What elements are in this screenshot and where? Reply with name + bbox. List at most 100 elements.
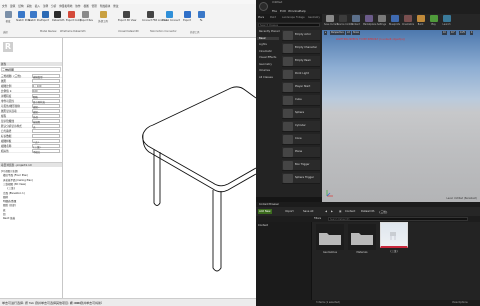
tab-analyze[interactable]: 分析 — [51, 4, 56, 9]
place-category[interactable]: Cinematic — [259, 50, 272, 53]
asset-geometries-folder[interactable]: Geometries — [316, 224, 344, 254]
placeable-actor[interactable]: Point Light — [282, 69, 320, 80]
tab-systems[interactable]: 系统 — [27, 4, 32, 9]
placeable-actor[interactable]: Empty Actor — [282, 30, 320, 41]
property-value[interactable]: 1 : 100 — [32, 84, 60, 88]
filters-button[interactable]: Filters — [314, 217, 321, 221]
content-search-input[interactable]: Search Datasmith — [328, 217, 468, 221]
property-value[interactable]: 无 — [32, 124, 60, 129]
property-value[interactable]: {三维} — [32, 144, 60, 149]
history-forward-button[interactable]: ▶ — [330, 209, 334, 214]
menu-file[interactable]: File — [272, 9, 277, 13]
property-value[interactable]: <无> — [32, 139, 60, 144]
asset-3d-view-datasmith-scene[interactable]: {三维} — [380, 222, 408, 253]
camera-speed-button[interactable]: 4 — [470, 31, 474, 35]
asset-materials-folder[interactable]: Materials — [348, 224, 376, 254]
sketch-print-button[interactable]: Sketch Print — [16, 11, 30, 27]
property-value[interactable]: 协调 — [32, 114, 60, 119]
path-root-icon[interactable]: ▣ — [338, 209, 342, 214]
placeable-actor[interactable]: Player Start — [282, 82, 320, 93]
tab-manage[interactable]: 管理 — [92, 4, 97, 9]
tab-file[interactable]: 文件 — [2, 4, 7, 9]
show-button[interactable]: Show — [352, 31, 360, 35]
property-value[interactable]: 不相关 — [32, 149, 60, 154]
toolbar-button[interactable]: Cinematics — [402, 15, 414, 29]
save-all-button[interactable]: Save All — [302, 209, 314, 214]
toolbar-button[interactable]: Content — [350, 15, 361, 29]
level-tab[interactable]: Untitled — [272, 1, 282, 4]
toolbar-button[interactable]: Launch — [441, 15, 452, 29]
place-category[interactable]: Lights — [259, 43, 267, 46]
export-button[interactable]: Export — [40, 11, 50, 27]
sketch-pos-button[interactable]: Sketch Pos — [28, 11, 41, 27]
mode-tab-geometry[interactable]: Geometry — [308, 16, 320, 20]
toolbar-button[interactable]: Blueprints — [389, 15, 400, 29]
twinmotion-export-button[interactable]: Export — [182, 11, 192, 27]
tab-annotate[interactable]: 注释 — [43, 4, 48, 9]
tab-insert[interactable]: 插入 — [35, 4, 40, 9]
placeable-actor[interactable]: Empty Pawn — [282, 56, 320, 67]
export-rev-button[interactable]: Export Rev — [80, 11, 93, 27]
toolbar-button[interactable]: Marketplace — [363, 15, 376, 29]
menu-help[interactable]: Help — [299, 9, 306, 13]
rotation-snap-button[interactable]: 10° — [450, 31, 456, 35]
tab-massing[interactable]: 体量和场地 — [59, 4, 72, 9]
place-category[interactable]: Basic — [257, 36, 279, 40]
property-value[interactable] — [32, 134, 60, 138]
modify-button[interactable]: 修改 — [3, 11, 13, 27]
placeable-actor[interactable]: Empty Character — [282, 43, 320, 54]
property-value[interactable] — [32, 129, 60, 133]
place-category[interactable]: All Classes — [259, 76, 273, 79]
property-value[interactable] — [32, 79, 60, 83]
toolbar-button[interactable]: Save Current — [324, 15, 338, 29]
placeable-actor[interactable]: Plane — [282, 147, 320, 158]
mode-tab-landscape[interactable]: Landscape — [282, 16, 295, 20]
place-category[interactable]: Volumes — [259, 69, 270, 72]
tab-modify[interactable]: 修改 — [113, 4, 118, 9]
search-classes-input[interactable]: Search Classes — [258, 23, 320, 27]
placeable-actor[interactable]: Box Trigger — [282, 160, 320, 171]
mode-tab-place[interactable]: Place — [258, 16, 264, 20]
placeable-actor[interactable]: Cube — [282, 95, 320, 106]
revit-3d-view[interactable] — [63, 38, 256, 300]
model-connect-button[interactable]: Model Connect — [162, 11, 180, 27]
tab-architecture[interactable]: 建筑 — [10, 4, 15, 9]
placeable-actor[interactable]: Cone — [282, 134, 320, 145]
import-button[interactable]: Import — [284, 209, 295, 214]
property-value[interactable]: 编辑类型 — [32, 74, 60, 79]
property-value[interactable]: 显示原状态 — [32, 99, 60, 104]
history-back-button[interactable]: ◀ — [324, 209, 328, 214]
placeable-actor[interactable]: Sphere Trigger — [282, 173, 320, 184]
property-value[interactable]: 100 — [32, 89, 60, 93]
fa-button[interactable]: Fa — [196, 11, 206, 27]
datasmith-button[interactable]: Datasmith — [52, 11, 64, 27]
property-value[interactable]: 编辑... — [32, 109, 60, 114]
mode-tab-foliage[interactable]: Foliage — [296, 16, 305, 20]
add-new-button[interactable]: Add New — [258, 209, 272, 214]
toolbar-button[interactable]: Source Control — [337, 15, 353, 29]
tab-structure[interactable]: 结构 — [18, 4, 23, 9]
lit-button[interactable]: Lit — [346, 31, 351, 35]
browser-tree-item[interactable]: Revit 链接 — [3, 216, 15, 220]
path-datasmith[interactable]: Datasmith — [360, 209, 375, 214]
connect-fbx-button[interactable]: Connect FBX Link Ins — [142, 11, 167, 27]
viewport-options-button[interactable]: ▾ — [324, 31, 328, 35]
menu-edit[interactable]: Edit — [280, 9, 286, 13]
property-value[interactable]: 粗略 — [32, 94, 60, 99]
tree-content-root[interactable]: Content — [258, 224, 268, 228]
place-category[interactable]: Visual Effects — [259, 56, 276, 59]
mode-tab-paint[interactable]: Paint — [270, 16, 276, 20]
property-value[interactable]: 编辑... — [32, 104, 60, 109]
place-category[interactable]: Recently Placed — [259, 30, 280, 33]
level-viewport[interactable]: ▾ Perspective Lit Show 10 10° 0.25 4 LIG… — [322, 30, 480, 202]
toolbar-button[interactable]: Build — [415, 15, 426, 29]
scale-snap-button[interactable]: 0.25 — [459, 31, 466, 35]
export-3d-view-button[interactable]: Export 3D View — [118, 11, 136, 27]
view-scale[interactable]: 1 : 100 — [70, 301, 81, 305]
toolbar-button[interactable]: Settings — [376, 15, 387, 29]
grid-snap-button[interactable]: 10 — [442, 31, 447, 35]
tab-addins[interactable]: 附加模块 — [100, 4, 110, 9]
type-selector[interactable]: 三维视图 — [1, 67, 61, 72]
path-3d-view[interactable]: {三维} — [378, 209, 389, 214]
tab-view[interactable]: 视图 — [83, 4, 88, 9]
